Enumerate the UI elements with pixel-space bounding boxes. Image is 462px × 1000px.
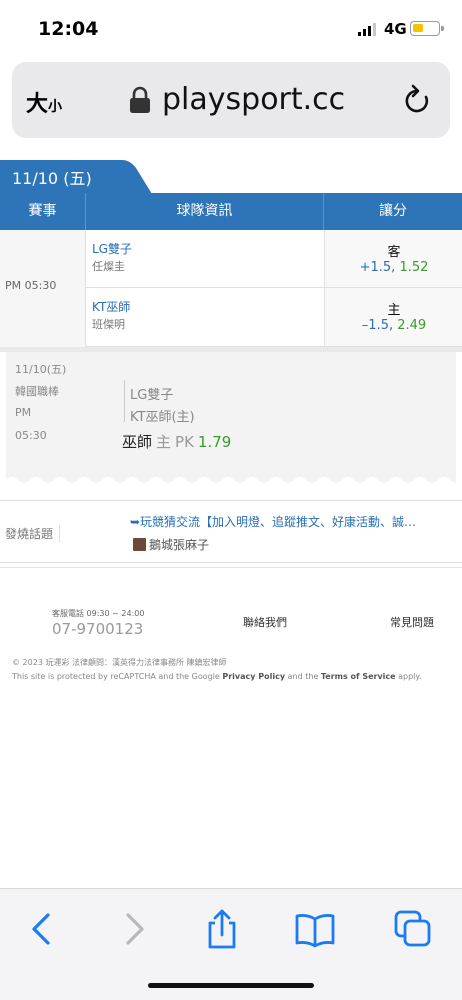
header-spread: 讓分 bbox=[379, 203, 407, 219]
ticket-pick: 巫師主 PK 1.79 bbox=[122, 431, 231, 452]
avatar bbox=[133, 538, 146, 551]
privacy-policy-link[interactable]: Privacy Policy bbox=[222, 672, 285, 681]
pick-type: PK bbox=[175, 433, 194, 451]
hot-topic: 發燒話題 ➥玩競猜交流【加入明燈、追蹤推文、好康活動、誠… 鵝城張麻子 bbox=[0, 500, 462, 563]
service-hours: 客服電話 09:30 ~ 24:00 bbox=[52, 609, 145, 618]
book-icon[interactable] bbox=[295, 909, 335, 949]
team-row-away: LG雙子 任燦圭 客 +1.5, 1.52 bbox=[86, 230, 462, 288]
header-team-info: 球隊資訊 bbox=[86, 193, 324, 230]
text-size-small-label: 小 bbox=[48, 99, 63, 115]
back-chevron-icon[interactable] bbox=[22, 909, 62, 949]
ticket-team-away: LG雙子 bbox=[130, 388, 174, 403]
text-size-button[interactable]: 大小 bbox=[26, 86, 62, 118]
pitcher-name: 班傑明 bbox=[92, 318, 125, 331]
home-indicator bbox=[148, 983, 314, 988]
terms-link[interactable]: Terms of Service bbox=[321, 672, 396, 681]
ticket-time: 05:30 bbox=[15, 429, 47, 442]
ticket-wave-edge bbox=[6, 477, 456, 488]
pick-price: 1.79 bbox=[197, 433, 232, 451]
network-type: 4G bbox=[384, 20, 407, 38]
team-row-home: KT巫師 班傑明 主 –1.5, 2.49 bbox=[86, 288, 462, 347]
hot-topic-label: 發燒話題 bbox=[5, 525, 61, 542]
spread-line: –1.5 bbox=[361, 318, 389, 333]
side-label: 主 bbox=[387, 303, 401, 318]
odds-value: +1.5, 1.52 bbox=[359, 260, 429, 275]
contact-us-link[interactable]: 聯絡我們 bbox=[243, 614, 287, 630]
copyright: © 2023 玩運彩 法律顧問：漢英得力法律事務所 陳鎮宏律師 bbox=[12, 658, 227, 667]
pitcher-name: 任燦圭 bbox=[92, 260, 125, 273]
hot-topic-link[interactable]: ➥玩競猜交流【加入明燈、追蹤推文、好康活動、誠… bbox=[130, 513, 435, 530]
odds-value: –1.5, 2.49 bbox=[361, 318, 427, 333]
ticket-ampm: PM bbox=[15, 406, 32, 419]
service-phone[interactable]: 07-9700123 bbox=[52, 620, 143, 638]
battery-low-icon bbox=[410, 21, 444, 36]
reload-icon[interactable] bbox=[402, 84, 432, 116]
tabs-icon[interactable] bbox=[393, 909, 433, 949]
ticket-date: 11/10(五) bbox=[15, 363, 67, 376]
game-time-cell: PM 05:30 bbox=[0, 230, 86, 347]
odds-price: 2.49 bbox=[397, 318, 427, 333]
game-time: PM 05:30 bbox=[5, 279, 57, 292]
pick-team: 巫師 bbox=[122, 433, 153, 451]
pick-side: 主 bbox=[156, 433, 172, 451]
text-size-large-label: 大 bbox=[26, 92, 49, 117]
odds-cell-away[interactable]: 客 +1.5, 1.52 bbox=[324, 230, 462, 287]
spread-line: +1.5 bbox=[359, 260, 392, 275]
status-bar: 12:04 4G bbox=[0, 0, 462, 58]
side-label: 客 bbox=[387, 245, 401, 260]
ticket-team-home: KT巫師(主) bbox=[130, 410, 195, 425]
ticket-divider bbox=[124, 380, 125, 422]
share-icon[interactable] bbox=[202, 909, 242, 949]
ticket-league: 韓國職棒 bbox=[15, 385, 59, 398]
game-row: PM 05:30 LG雙子 任燦圭 客 +1.5, 1.52 KT巫師 班傑明 … bbox=[0, 230, 462, 347]
address-bar[interactable]: 大小 playsport.cc bbox=[12, 62, 450, 138]
header-event: 賽事 bbox=[0, 193, 86, 230]
lock-icon bbox=[130, 86, 150, 113]
author-name: 鵝城張麻子 bbox=[149, 538, 210, 552]
hot-topic-author[interactable]: 鵝城張麻子 bbox=[133, 536, 209, 553]
faq-link[interactable]: 常見問題 bbox=[390, 614, 434, 630]
table-header: 賽事 球隊資訊 讓分 bbox=[0, 193, 462, 230]
team-name[interactable]: KT巫師 bbox=[92, 298, 130, 315]
url-text[interactable]: playsport.cc bbox=[162, 82, 345, 117]
cellular-signal-icon bbox=[358, 23, 376, 36]
odds-cell-home[interactable]: 主 –1.5, 2.49 bbox=[324, 288, 462, 346]
recaptcha-notice: This site is protected by reCAPTCHA and … bbox=[12, 672, 422, 681]
date-tab-label: 11/10 (五) bbox=[12, 169, 92, 188]
odds-price: 1.52 bbox=[399, 260, 429, 275]
status-time: 12:04 bbox=[38, 18, 99, 40]
prediction-ticket[interactable]: 11/10(五) 韓國職棒 PM 05:30 LG雙子 KT巫師(主) 巫師主 P… bbox=[6, 352, 456, 488]
team-name[interactable]: LG雙子 bbox=[92, 240, 132, 257]
forward-chevron-icon[interactable] bbox=[114, 909, 154, 949]
